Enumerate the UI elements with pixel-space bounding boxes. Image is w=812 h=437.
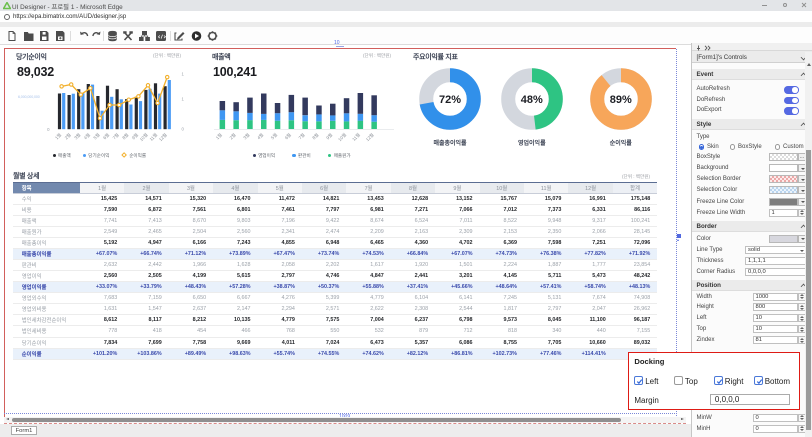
svg-text:11월: 11월 xyxy=(351,131,362,142)
svg-text:0: 0 xyxy=(182,127,185,132)
svg-text:11월: 11월 xyxy=(148,131,159,142)
svg-text:6월: 6월 xyxy=(101,131,111,141)
svg-text:10월: 10월 xyxy=(138,131,149,142)
svg-text:1월: 1월 xyxy=(53,131,63,141)
svg-text:10월: 10월 xyxy=(336,131,347,142)
svg-text:8월: 8월 xyxy=(311,131,321,141)
svg-text:3월: 3월 xyxy=(73,131,83,141)
svg-text:7월: 7월 xyxy=(111,131,121,141)
svg-text:7월: 7월 xyxy=(297,131,307,141)
svg-text:8월: 8월 xyxy=(121,131,131,141)
svg-text:1월: 1월 xyxy=(214,131,224,141)
svg-text:1: 1 xyxy=(182,97,185,102)
svg-text:3월: 3월 xyxy=(242,131,252,141)
svg-text:6월: 6월 xyxy=(283,131,293,141)
svg-text:5월: 5월 xyxy=(92,131,102,141)
svg-text:12월: 12월 xyxy=(157,131,168,142)
svg-text:9월: 9월 xyxy=(324,131,334,141)
svg-text:4월: 4월 xyxy=(255,131,265,141)
svg-text:2월: 2월 xyxy=(63,131,73,141)
svg-text:5월: 5월 xyxy=(269,131,279,141)
svg-text:12월: 12월 xyxy=(364,131,375,142)
svg-text:4월: 4월 xyxy=(82,131,92,141)
svg-text:0: 0 xyxy=(47,127,50,132)
svg-text:1: 1 xyxy=(182,72,185,77)
svg-text:2월: 2월 xyxy=(228,131,238,141)
